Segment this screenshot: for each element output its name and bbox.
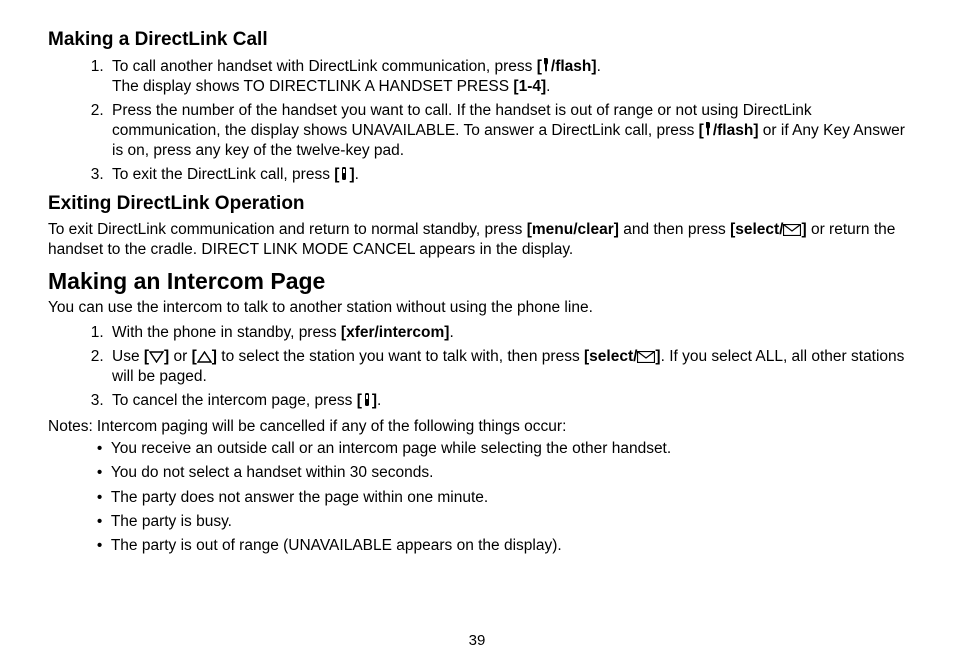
bold-text: /flash] xyxy=(713,122,759,139)
envelope-icon xyxy=(783,224,801,236)
bold-text: [1-4] xyxy=(513,78,546,95)
body-text: . xyxy=(377,392,381,409)
body-text: or xyxy=(169,348,191,365)
envelope-icon xyxy=(637,351,655,363)
list-item: The party is busy. xyxy=(97,512,914,532)
talk-icon xyxy=(704,122,713,137)
notes-list: You receive an outside call or an interc… xyxy=(97,439,914,556)
notes-label: Notes: xyxy=(48,417,97,560)
body-text: With the phone in standby, press xyxy=(112,324,341,341)
talk-icon xyxy=(542,58,551,73)
list-item: You do not select a handset within 30 se… xyxy=(97,463,914,483)
bold-text: /flash] xyxy=(551,58,597,75)
list-item: To cancel the intercom page, press []. xyxy=(108,391,914,411)
page-number: 39 xyxy=(0,631,954,651)
notes-block: Notes: Intercom paging will be cancelled… xyxy=(48,417,914,560)
end-icon xyxy=(362,392,372,407)
notes-body: Intercom paging will be cancelled if any… xyxy=(97,417,914,560)
intercom-intro: You can use the intercom to talk to anot… xyxy=(48,298,914,318)
body-text: The display shows TO DIRECTLINK A HANDSE… xyxy=(112,78,513,95)
body-text: To call another handset with DirectLink … xyxy=(112,58,537,75)
body-text: To cancel the intercom page, press xyxy=(112,392,357,409)
end-icon xyxy=(339,166,349,181)
heading-making-directlink-call: Making a DirectLink Call xyxy=(48,28,914,53)
body-text: To exit DirectLink communication and ret… xyxy=(48,221,527,238)
directlink-call-steps: To call another handset with DirectLink … xyxy=(48,57,914,186)
exiting-directlink-paragraph: To exit DirectLink communication and ret… xyxy=(48,220,914,260)
body-text: . xyxy=(546,78,550,95)
list-item: To exit the DirectLink call, press []. xyxy=(108,165,914,185)
up-triangle-icon xyxy=(197,351,212,363)
bold-text: [select/ xyxy=(730,221,783,238)
heading-intercom-page: Making an Intercom Page xyxy=(48,267,914,297)
body-text: . xyxy=(449,324,453,341)
bold-text: [menu/clear] xyxy=(527,221,619,238)
body-text: . xyxy=(355,166,359,183)
heading-exiting-directlink: Exiting DirectLink Operation xyxy=(48,192,914,217)
list-item: Press the number of the handset you want… xyxy=(108,101,914,161)
body-text: To exit the DirectLink call, press xyxy=(112,166,334,183)
list-item: Use [] or [] to select the station you w… xyxy=(108,347,914,387)
manual-page: Making a DirectLink Call To call another… xyxy=(0,0,954,668)
intercom-steps: With the phone in standby, press [xfer/i… xyxy=(48,323,914,412)
list-item: The party is out of range (UNAVAILABLE a… xyxy=(97,536,914,556)
body-text: . xyxy=(597,58,601,75)
down-triangle-icon xyxy=(149,351,164,363)
body-text: to select the station you want to talk w… xyxy=(217,348,584,365)
body-text: and then press xyxy=(619,221,730,238)
list-item: You receive an outside call or an interc… xyxy=(97,439,914,459)
bold-text: [select/ xyxy=(584,348,637,365)
list-item: To call another handset with DirectLink … xyxy=(108,57,914,97)
list-item: With the phone in standby, press [xfer/i… xyxy=(108,323,914,343)
notes-intro: Intercom paging will be cancelled if any… xyxy=(97,418,567,435)
body-text: Use xyxy=(112,348,144,365)
bold-text: [xfer/intercom] xyxy=(341,324,450,341)
list-item: The party does not answer the page withi… xyxy=(97,488,914,508)
